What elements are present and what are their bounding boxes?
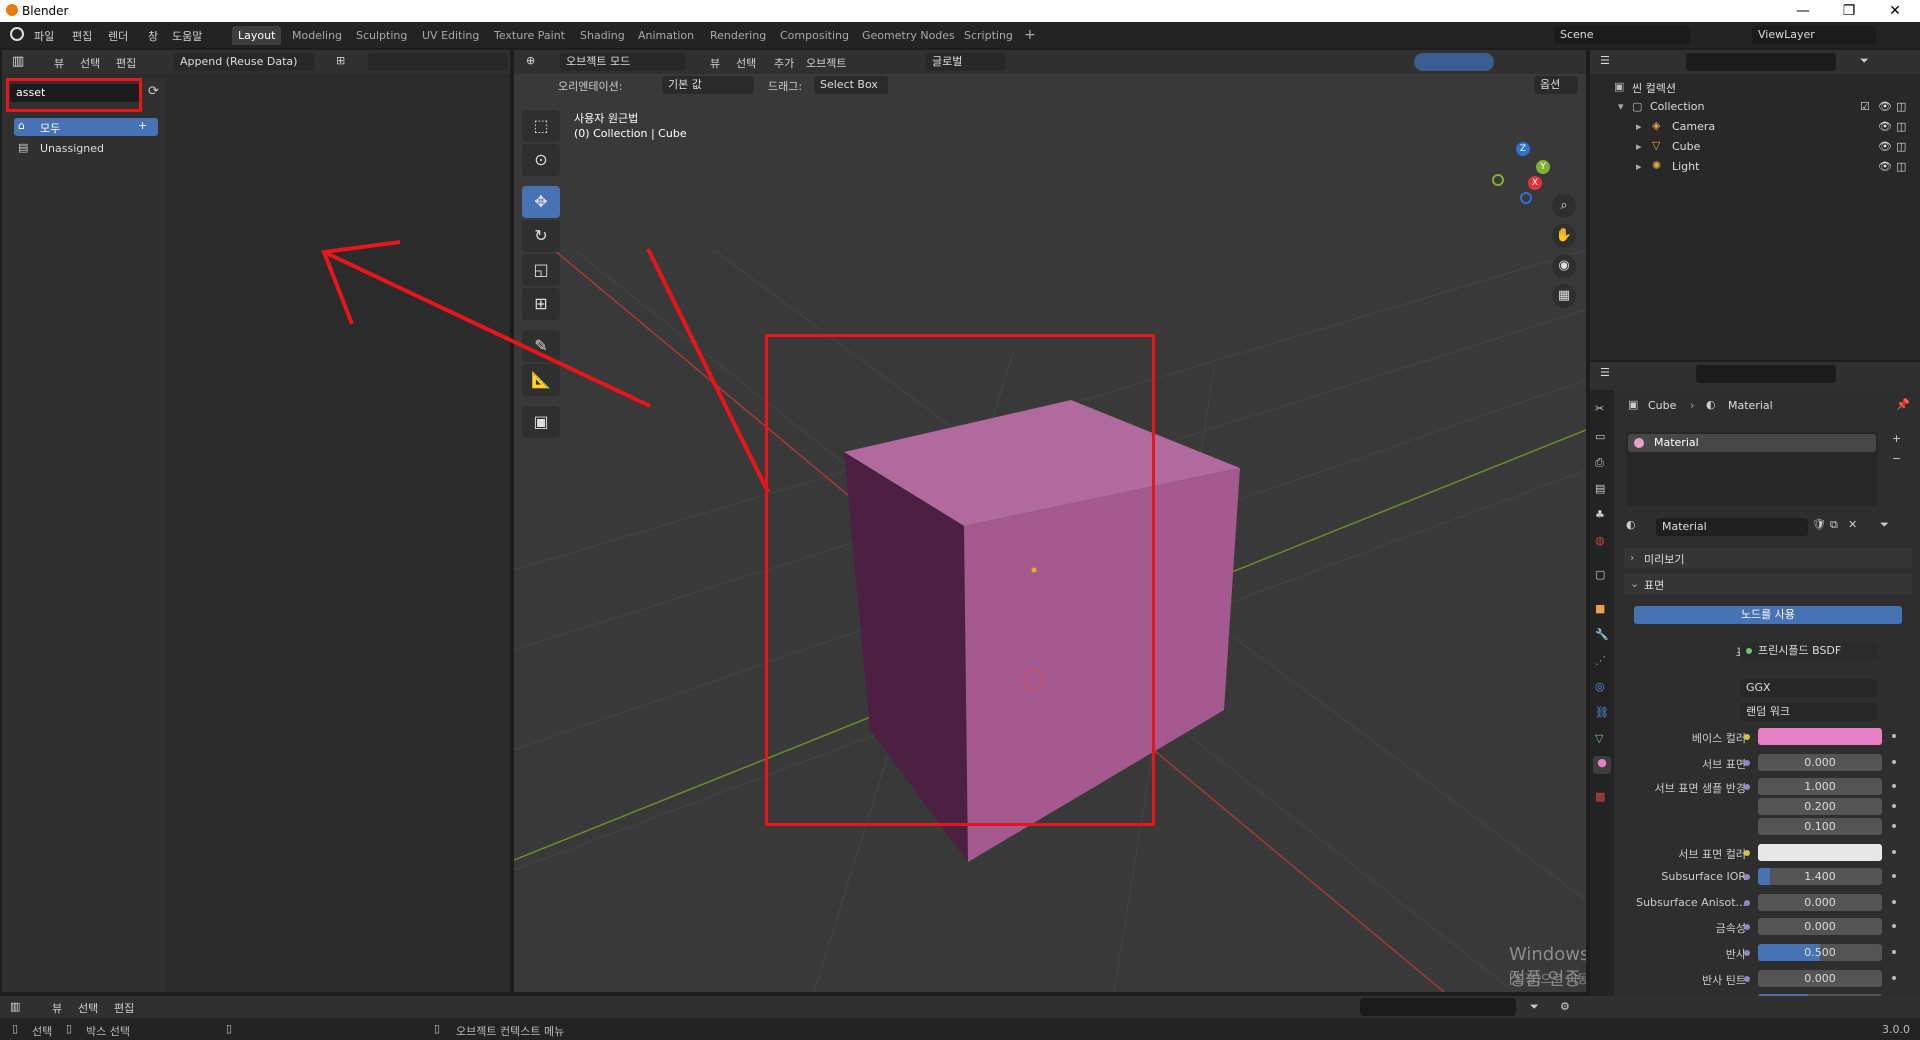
arrow-shaft	[323, 250, 651, 408]
annotation-overlay	[321, 240, 651, 408]
